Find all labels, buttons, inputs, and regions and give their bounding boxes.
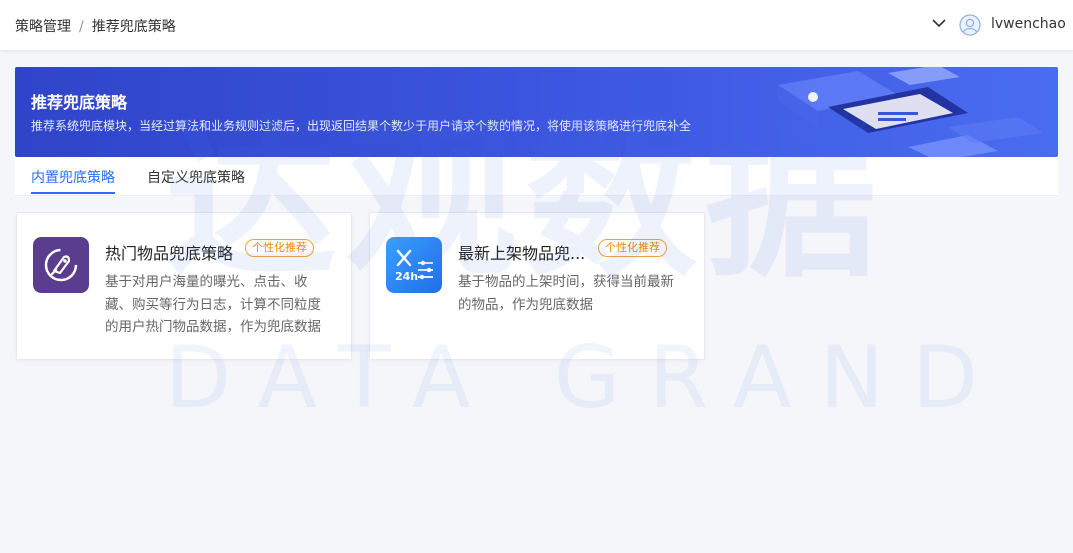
top-bar: 策略管理 / 推荐兜底策略 lvwenchao xyxy=(0,0,1073,50)
svg-text:24h: 24h xyxy=(395,270,418,283)
banner-description: 推荐系统兜底模块，当经过算法和业务规则过滤后，出现返回结果个数少于用户请求个数的… xyxy=(31,119,692,133)
card-description: 基于对用户海量的曝光、点击、收藏、购买等行为日志，计算不同粒度的用户热门物品数据… xyxy=(105,274,321,335)
tag-personalized-recommendation: 个性化推荐 xyxy=(245,239,314,257)
breadcrumb-item-current: 推荐兜底策略 xyxy=(91,19,176,35)
tab-custom-strategy[interactable]: 自定义兜底策略 xyxy=(147,167,245,187)
banner-title: 推荐兜底策略 xyxy=(31,93,128,112)
banner-illustration xyxy=(778,67,1043,157)
page-banner: 推荐兜底策略 推荐系统兜底模块，当经过算法和业务规则过滤后，出现返回结果个数少于… xyxy=(15,67,1058,157)
card-title[interactable]: 热门物品兜底策略 xyxy=(105,240,233,264)
tag-personalized-recommendation: 个性化推荐 xyxy=(598,239,667,257)
strategy-tabs: 内置兜底策略 自定义兜底策略 xyxy=(15,157,1058,196)
card-title[interactable]: 最新上架物品兜... xyxy=(458,240,585,264)
tab-builtin-strategy[interactable]: 内置兜底策略 xyxy=(31,167,115,187)
new-items-24h-icon: 24h xyxy=(386,237,442,293)
username[interactable]: lvwenchao xyxy=(991,16,1066,32)
breadcrumb-item-strategy-management[interactable]: 策略管理 xyxy=(15,19,71,35)
active-tab-indicator xyxy=(31,192,115,194)
breadcrumb: 策略管理 / 推荐兜底策略 xyxy=(15,16,176,36)
breadcrumb-separator: / xyxy=(79,19,84,35)
hot-items-icon xyxy=(33,237,89,293)
avatar[interactable] xyxy=(959,14,981,36)
card-description: 基于物品的上架时间，获得当前最新的物品，作为兜底数据 xyxy=(458,274,674,313)
chevron-down-icon[interactable] xyxy=(930,14,948,32)
strategy-card-hot-items[interactable]: 热门物品兜底策略 个性化推荐 基于对用户海量的曝光、点击、收藏、购买等行为日志，… xyxy=(16,212,352,360)
strategy-card-new-items[interactable]: 24h 最新上架物品兜... 个性化推荐 基于物品的上架时间，获得当前最新的物品… xyxy=(369,212,705,360)
